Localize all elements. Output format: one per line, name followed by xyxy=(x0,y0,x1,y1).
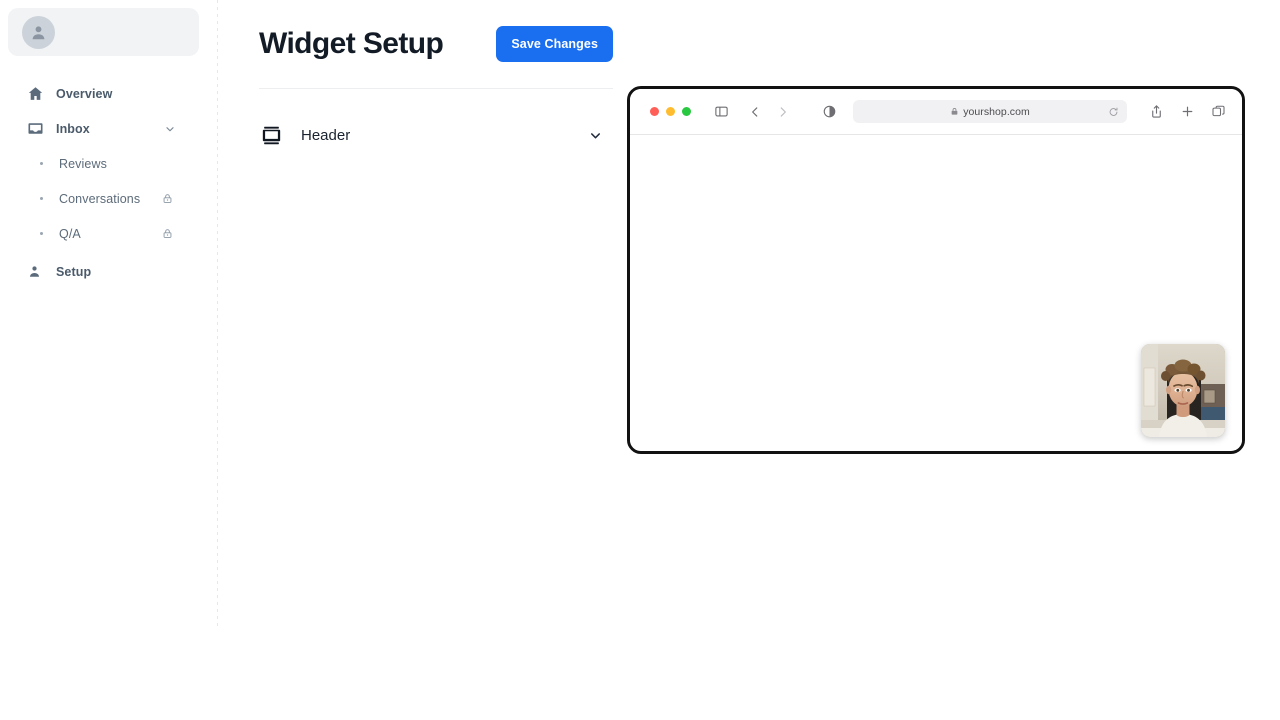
widget-preview-browser: yourshop.com xyxy=(627,86,1245,454)
chevron-right-icon[interactable] xyxy=(776,105,790,119)
sidebar-item-label: Q/A xyxy=(59,226,81,241)
webcam-preview[interactable] xyxy=(1141,344,1225,437)
sidebar-item-setup[interactable]: Setup xyxy=(0,254,218,289)
chevron-down-icon[interactable] xyxy=(164,123,176,135)
sidebar-item-label: Inbox xyxy=(56,121,90,136)
panel-header: Widget Setup Save Changes xyxy=(259,18,613,70)
bullet-icon xyxy=(34,162,48,165)
tab-overview-icon[interactable] xyxy=(1211,104,1226,119)
address-bar-content: yourshop.com xyxy=(950,106,1030,118)
panel-divider xyxy=(259,88,613,89)
reload-icon[interactable] xyxy=(1108,106,1119,117)
browser-toolbar: yourshop.com xyxy=(630,89,1242,135)
bullet-icon xyxy=(34,232,48,235)
account-switcher[interactable] xyxy=(8,8,199,56)
address-bar[interactable]: yourshop.com xyxy=(853,100,1127,123)
main-content: Widget Setup Save Changes Header yoursho… xyxy=(218,0,1280,720)
section-header-row[interactable]: Header xyxy=(259,111,613,159)
save-changes-button[interactable]: Save Changes xyxy=(496,26,613,62)
sidebar-toggle-icon[interactable] xyxy=(714,104,729,119)
lock-icon xyxy=(162,228,173,239)
sidebar-item-label: Reviews xyxy=(59,156,107,171)
sidebar-item-label: Overview xyxy=(56,86,113,101)
lock-icon xyxy=(162,193,173,204)
section-label: Header xyxy=(301,126,351,144)
address-bar-url: yourshop.com xyxy=(963,105,1030,118)
zoom-window-dot[interactable] xyxy=(682,107,691,116)
sidebar-item-inbox[interactable]: Inbox xyxy=(0,111,218,146)
inbox-icon xyxy=(27,120,49,137)
close-window-dot[interactable] xyxy=(650,107,659,116)
sidebar-item-conversations[interactable]: Conversations xyxy=(0,181,218,216)
plus-icon[interactable] xyxy=(1180,104,1195,119)
sidebar-nav: Overview Inbox Reviews Conversations Q/A… xyxy=(0,76,218,289)
traffic-lights xyxy=(650,107,691,116)
home-icon xyxy=(27,85,49,102)
sidebar-item-label: Conversations xyxy=(59,191,141,206)
sidebar-item-label: Setup xyxy=(56,264,92,279)
sidebar-item-overview[interactable]: Overview xyxy=(0,76,218,111)
lock-icon xyxy=(950,107,959,116)
app-root: Overview Inbox Reviews Conversations Q/A… xyxy=(0,0,1280,720)
chevron-left-icon[interactable] xyxy=(748,105,762,119)
chevron-down-icon[interactable] xyxy=(588,128,603,143)
minimize-window-dot[interactable] xyxy=(666,107,675,116)
settings-panel: Widget Setup Save Changes Header xyxy=(259,18,613,159)
sidebar: Overview Inbox Reviews Conversations Q/A… xyxy=(0,0,218,720)
reader-contrast-icon[interactable] xyxy=(822,104,837,119)
contact-card-icon xyxy=(259,125,283,146)
share-icon[interactable] xyxy=(1149,104,1164,119)
user-avatar-icon xyxy=(22,15,55,49)
person-icon xyxy=(27,264,49,279)
browser-viewport xyxy=(630,135,1242,450)
bullet-icon xyxy=(34,197,48,200)
sidebar-item-reviews[interactable]: Reviews xyxy=(0,146,218,181)
page-title: Widget Setup xyxy=(259,27,444,60)
sidebar-item-qa[interactable]: Q/A xyxy=(0,216,218,251)
